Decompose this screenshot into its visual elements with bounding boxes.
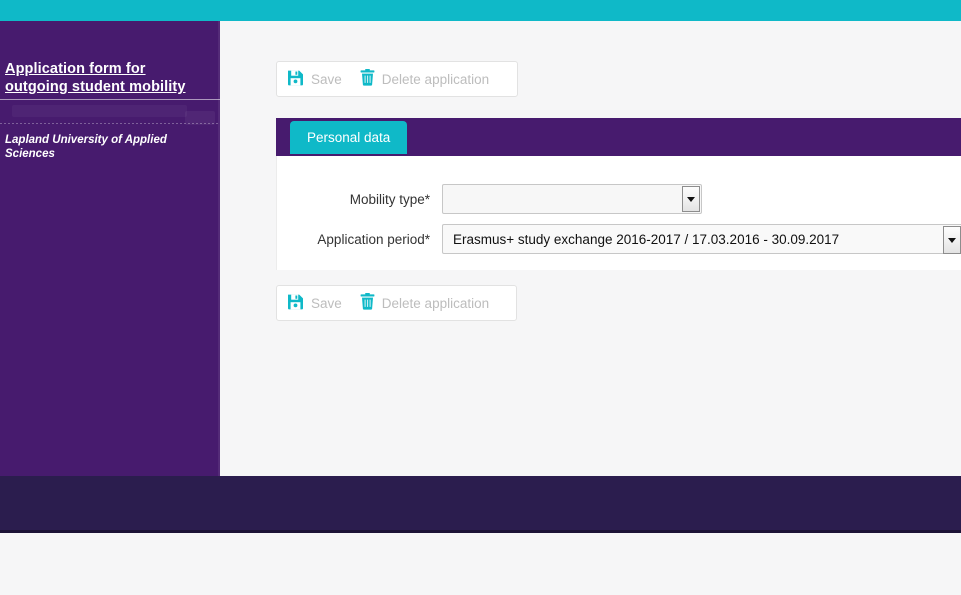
delete-application-button-label: Delete application: [381, 71, 490, 87]
save-button[interactable]: Save: [277, 62, 350, 96]
trash-icon: [360, 69, 375, 89]
save-button-label: Save: [311, 71, 342, 87]
tab-personal-data[interactable]: Personal data: [290, 121, 408, 154]
toolbar-top: Save Delete application: [276, 61, 518, 97]
main-content: Save Delete application Personal data Mo…: [220, 21, 961, 476]
sidebar-placeholder-block: [12, 105, 187, 117]
site-title-link[interactable]: Application form for outgoing student mo…: [5, 60, 205, 96]
save-button-bottom-label: Save: [311, 295, 342, 311]
application-period-label: Application period*: [317, 231, 430, 247]
trash-icon: [360, 293, 375, 313]
sidebar-divider: [0, 99, 220, 100]
delete-application-button[interactable]: Delete application: [350, 62, 497, 96]
chevron-down-icon[interactable]: [682, 186, 700, 212]
top-accent-bar: [0, 0, 961, 21]
application-period-select[interactable]: Erasmus+ study exchange 2016-2017 / 17.0…: [442, 224, 961, 254]
organization-name: Lapland University of Applied Sciences: [5, 134, 167, 160]
delete-application-button-bottom-label: Delete application: [381, 295, 490, 311]
sidebar: Application form for outgoing student mo…: [0, 21, 220, 476]
sidebar-dotted-divider: [0, 123, 220, 124]
form-panel: Mobility type* Application period* Erasm…: [276, 156, 961, 270]
save-button-bottom[interactable]: Save: [277, 286, 350, 320]
floppy-disk-icon: [287, 293, 304, 313]
mobility-type-select[interactable]: [442, 184, 702, 214]
form-row-application-period: Application period* Erasmus+ study excha…: [277, 224, 961, 254]
delete-application-button-bottom[interactable]: Delete application: [350, 286, 497, 320]
chevron-down-icon[interactable]: [943, 226, 961, 254]
page-bottom-area: [0, 533, 961, 595]
form-row-mobility-type: Mobility type*: [277, 184, 702, 214]
mobility-type-label: Mobility type*: [349, 191, 430, 207]
floppy-disk-icon: [287, 69, 304, 89]
application-period-value: Erasmus+ study exchange 2016-2017 / 17.0…: [453, 231, 840, 247]
tab-strip: Personal data: [276, 118, 961, 156]
toolbar-bottom: Save Delete application: [276, 285, 517, 321]
footer-band: [0, 476, 961, 533]
tab-personal-data-label: Personal data: [307, 130, 391, 145]
